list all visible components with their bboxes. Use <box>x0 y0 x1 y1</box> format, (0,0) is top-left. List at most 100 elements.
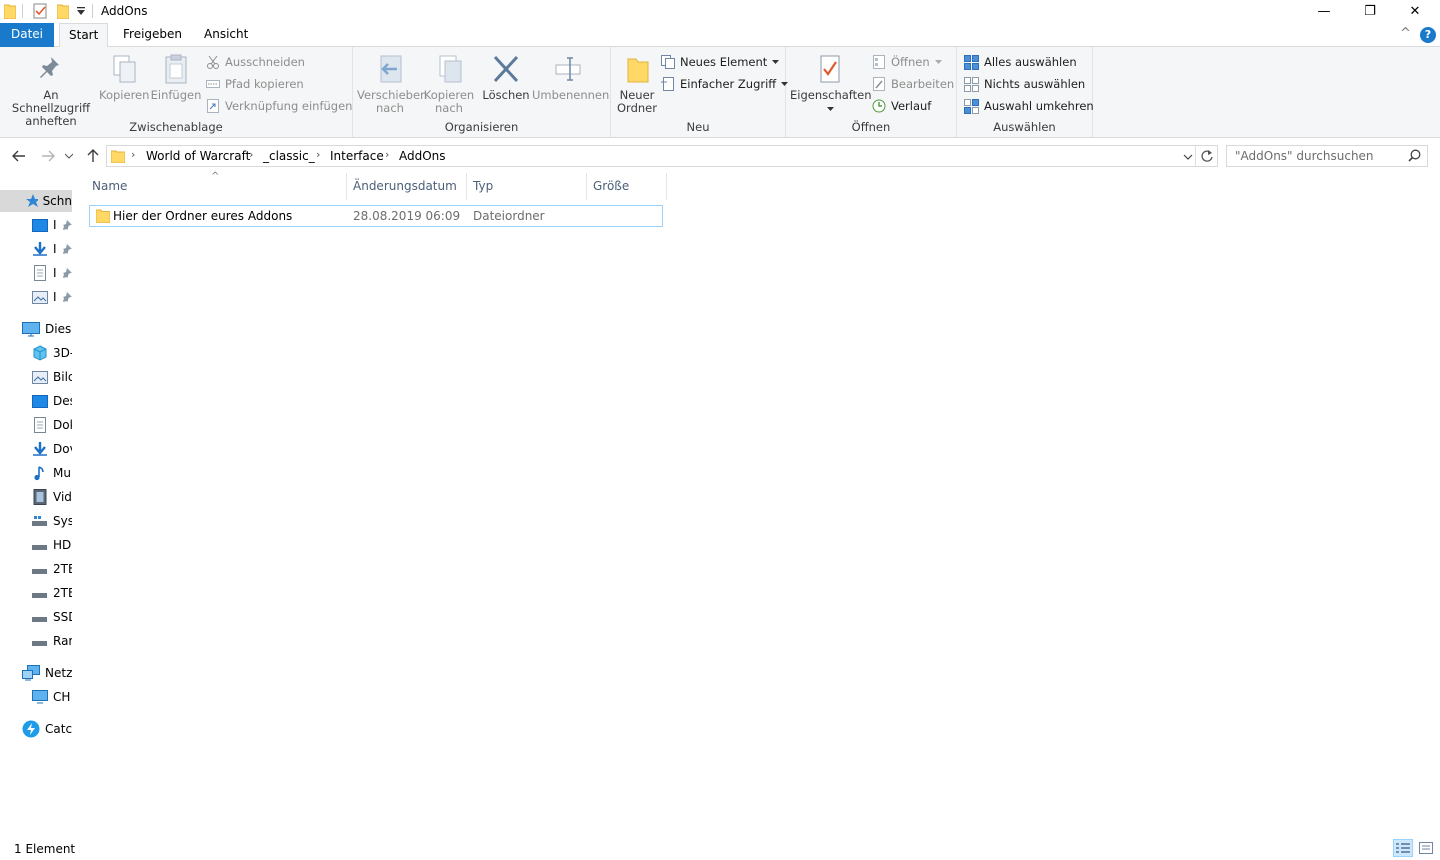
nav-item-pinned-downloads[interactable]: I <box>32 238 72 260</box>
breadcrumb-separator[interactable]: › <box>316 148 320 161</box>
pin-quick-access-button[interactable]: An Schnellzugriff anheften <box>4 53 98 128</box>
refresh-button[interactable] <box>1200 149 1214 166</box>
breadcrumb-separator[interactable]: › <box>385 148 389 161</box>
nav-item-downloads[interactable]: Dov <box>32 438 72 460</box>
nav-item-3d-objects[interactable]: 3D- <box>32 342 72 364</box>
nav-item-ram-drive[interactable]: Rar <box>32 630 72 652</box>
copy-to-button[interactable]: Kopieren nach <box>423 53 475 115</box>
paste-button[interactable]: Einfügen <box>150 53 202 102</box>
up-button[interactable] <box>82 147 104 165</box>
nav-item-hdd-drive[interactable]: HD <box>32 534 71 556</box>
cut-button[interactable]: Ausschneiden <box>206 52 305 72</box>
rename-button[interactable]: Umbenennen <box>532 53 609 102</box>
search-input[interactable] <box>1227 146 1397 166</box>
tab-start[interactable]: Start <box>59 23 109 48</box>
properties-button[interactable]: Eigenschaften <box>790 53 872 115</box>
navigation-pane: Schn I I I I Diese 3D- Bilc Des Dok <box>0 173 72 833</box>
nav-item-videos[interactable]: Vid <box>32 486 72 508</box>
copy-path-button[interactable]: Pfad kopieren <box>206 74 304 94</box>
3d-objects-icon <box>33 345 47 361</box>
nav-item-network[interactable]: Netz <box>22 662 72 684</box>
easy-access-button[interactable]: Einfacher Zugriff <box>661 74 789 94</box>
collapse-ribbon-icon[interactable]: ^ <box>1400 26 1411 41</box>
tab-file[interactable]: Datei <box>0 23 54 47</box>
nav-item-pinned-desktop[interactable]: I <box>32 214 72 236</box>
nav-item-catch[interactable]: Catcl <box>22 718 72 740</box>
breadcrumb-separator[interactable]: › <box>131 148 135 161</box>
quick-access-dropdown-icon[interactable] <box>76 5 86 20</box>
search-box[interactable] <box>1226 145 1428 167</box>
nav-item-2tb-drive-1[interactable]: 2TE <box>32 558 72 580</box>
help-icon[interactable]: ? <box>1420 27 1436 43</box>
new-folder-icon <box>627 58 649 83</box>
nav-item-desktop[interactable]: Des <box>32 390 72 412</box>
maximize-button[interactable]: ❐ <box>1347 0 1393 23</box>
column-header-modified[interactable]: Änderungsdatum <box>347 173 467 200</box>
table-row[interactable]: Hier der Ordner eures Addons 28.08.2019 … <box>89 205 663 227</box>
nav-item-this-pc[interactable]: Diese <box>22 318 72 340</box>
invert-selection-button[interactable]: Auswahl umkehren <box>964 96 1094 116</box>
move-to-button[interactable]: Verschieben nach <box>357 53 427 115</box>
nav-item-music[interactable]: Mu <box>32 462 71 484</box>
nav-item-label: 2TE <box>53 562 72 576</box>
edit-button[interactable]: Bearbeiten <box>872 74 954 94</box>
breadcrumb-world-of-warcraft[interactable]: World of Warcraft <box>146 149 250 163</box>
breadcrumb-classic[interactable]: _classic_ <box>263 149 315 163</box>
nav-item-pinned-pictures[interactable]: I <box>32 286 72 308</box>
scissors-icon <box>207 55 219 69</box>
new-folder-button[interactable]: Neuer Ordner <box>615 53 659 115</box>
cut-label: Ausschneiden <box>225 55 305 69</box>
nav-item-2tb-drive-2[interactable]: 2TE <box>32 582 72 604</box>
drive-icon <box>32 641 47 646</box>
breadcrumb-separator[interactable]: › <box>249 148 253 161</box>
breadcrumb-addons[interactable]: AddOns <box>399 149 446 163</box>
history-button[interactable]: Verlauf <box>872 96 931 116</box>
nav-item-label: Netz <box>45 666 72 680</box>
chevron-down-icon <box>934 59 942 64</box>
select-none-button[interactable]: Nichts auswählen <box>964 74 1085 94</box>
column-header-type[interactable]: Typ <box>467 173 587 200</box>
tiles-view-icon <box>1419 842 1433 854</box>
forward-button[interactable] <box>37 147 59 165</box>
nav-item-pinned-documents[interactable]: I <box>32 262 72 284</box>
new-item-button[interactable]: Neues Element <box>661 52 780 72</box>
nav-item-system-drive[interactable]: Syst <box>32 510 72 532</box>
properties-quick-icon[interactable] <box>33 3 47 22</box>
column-header-name[interactable]: Name <box>86 173 347 200</box>
pin-label-1: An Schnellzugriff <box>11 88 91 115</box>
paste-shortcut-label: Verknüpfung einfügen <box>225 99 353 113</box>
nav-item-network-computer[interactable]: CH <box>32 686 70 708</box>
copy-to-icon <box>439 55 462 83</box>
group-label-select: Auswählen <box>993 120 1056 134</box>
search-icon[interactable] <box>1408 149 1421 165</box>
group-select: Alles auswählen Nichts auswählen Auswahl… <box>957 47 1094 137</box>
nav-item-quick-access[interactable]: Schn <box>0 190 72 212</box>
recent-locations-button[interactable] <box>62 147 76 165</box>
address-box[interactable]: › World of Warcraft › _classic_ › Interf… <box>106 145 1218 167</box>
tab-share[interactable]: Freigeben <box>114 23 191 47</box>
open-button[interactable]: Öffnen <box>872 52 942 72</box>
select-all-button[interactable]: Alles auswählen <box>964 52 1077 72</box>
large-icons-view-button[interactable] <box>1416 839 1436 857</box>
nav-item-documents[interactable]: Dok <box>32 414 72 436</box>
nav-item-label: Schn <box>42 194 72 208</box>
details-view-button[interactable] <box>1393 839 1413 857</box>
minimize-button[interactable]: — <box>1301 0 1347 23</box>
new-folder-quick-icon[interactable] <box>56 3 70 22</box>
paste-shortcut-button[interactable]: Verknüpfung einfügen <box>206 96 352 116</box>
close-button[interactable]: ✕ <box>1392 0 1438 23</box>
column-header-size[interactable]: Größe <box>587 173 667 200</box>
back-button[interactable] <box>8 147 30 165</box>
desktop-icon <box>32 218 48 232</box>
nav-item-pictures[interactable]: Bilc <box>32 366 72 388</box>
breadcrumb-interface[interactable]: Interface <box>330 149 384 163</box>
pictures-icon <box>32 370 48 384</box>
delete-button[interactable]: Löschen <box>481 53 531 102</box>
copy-button[interactable]: Kopieren <box>99 53 149 102</box>
group-clipboard: An Schnellzugriff anheften Kopieren Einf… <box>0 47 353 137</box>
delete-label: Löschen <box>482 88 530 102</box>
tab-view[interactable]: Ansicht <box>195 23 257 47</box>
address-history-dropdown[interactable] <box>1183 151 1193 165</box>
nav-item-ssd-drive[interactable]: SSD <box>32 606 72 628</box>
open-label: Öffnen <box>891 55 930 69</box>
